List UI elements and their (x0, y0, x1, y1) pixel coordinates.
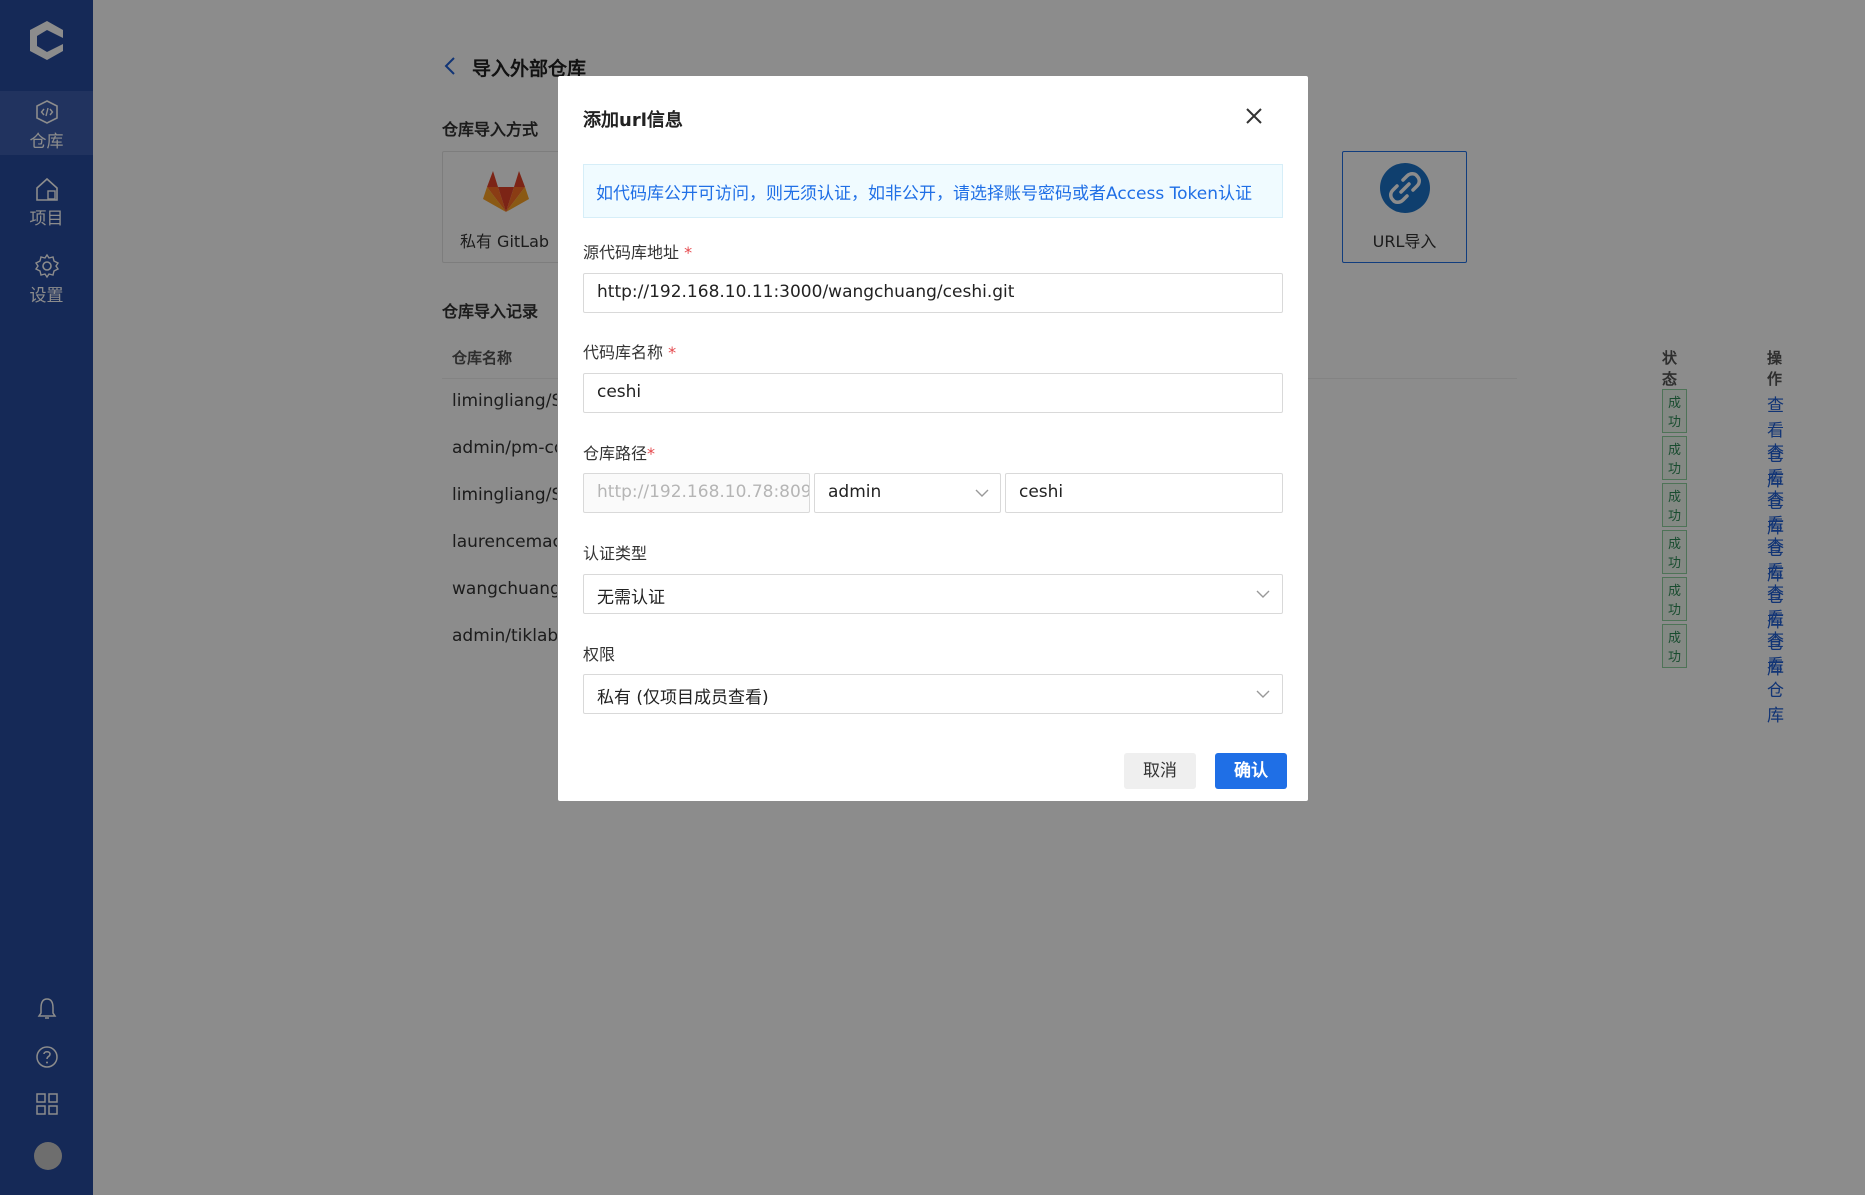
auth-notice: 如代码库公开可访问，则无须认证，如非公开，请选择账号密码或者Access Tok… (583, 164, 1283, 218)
required-mark: * (647, 444, 656, 463)
source-url-label: 源代码库地址 * (583, 239, 692, 263)
auth-type-label: 认证类型 (583, 544, 648, 563)
modal-title: 添加url信息 (583, 110, 683, 131)
repo-group-select[interactable]: admin (814, 473, 1001, 513)
select-value: 无需认证 (597, 588, 665, 608)
chevron-down-icon (975, 489, 989, 497)
repo-path-label: 仓库路径* (583, 440, 655, 464)
field-label-text: 仓库路径 (583, 444, 648, 463)
source-url-input[interactable]: http://192.168.10.11:3000/wangchuang/ces… (583, 273, 1283, 313)
select-value: admin (828, 482, 882, 502)
chevron-down-icon (1256, 590, 1270, 598)
permission-select[interactable]: 私有 (仅项目成员查看) (583, 674, 1283, 714)
field-label-text: 源代码库地址 (583, 243, 680, 262)
auth-type-select[interactable]: 无需认证 (583, 574, 1283, 614)
repo-name-label: 代码库名称 * (583, 339, 676, 363)
confirm-button[interactable]: 确认 (1215, 753, 1287, 789)
field-label-text: 代码库名称 (583, 343, 664, 362)
add-url-modal: 添加url信息 如代码库公开可访问，则无须认证，如非公开，请选择账号密码或者Ac… (558, 76, 1308, 801)
repo-name-input[interactable]: ceshi (583, 373, 1283, 413)
cancel-button[interactable]: 取消 (1124, 753, 1196, 789)
repo-host-input: http://192.168.10.78:8090 (583, 473, 810, 513)
required-mark: * (684, 243, 693, 262)
chevron-down-icon (1256, 690, 1270, 698)
required-mark: * (668, 343, 677, 362)
repo-path-name-input[interactable]: ceshi (1005, 473, 1283, 513)
close-icon[interactable] (1242, 104, 1266, 128)
select-value: 私有 (仅项目成员查看) (597, 688, 769, 708)
permission-label: 权限 (583, 645, 616, 664)
